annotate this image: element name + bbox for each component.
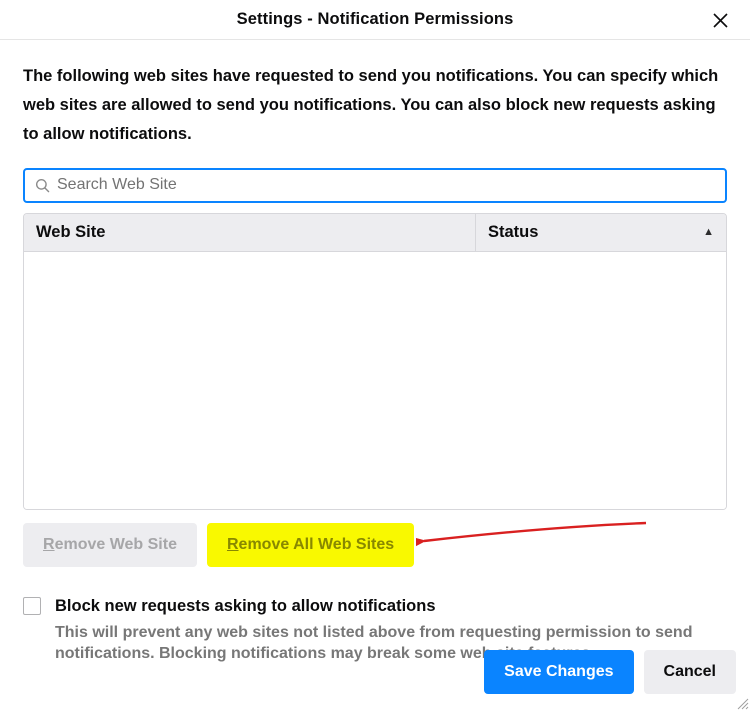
table-body xyxy=(24,252,726,509)
search-icon xyxy=(33,176,51,194)
column-header-status-label: Status xyxy=(488,223,538,242)
block-requests-checkbox[interactable] xyxy=(23,597,41,615)
dialog-title: Settings - Notification Permissions xyxy=(237,10,514,29)
sort-ascending-icon: ▲ xyxy=(703,226,714,238)
cancel-button[interactable]: Cancel xyxy=(644,650,736,694)
resize-grip-icon xyxy=(735,696,749,710)
table-header: Web Site Status ▲ xyxy=(24,214,726,252)
remove-buttons-row: Remove Web Site Remove All Web Sites xyxy=(23,523,727,567)
block-requests-label[interactable]: Block new requests asking to allow notif… xyxy=(55,597,436,616)
search-field-wrap[interactable] xyxy=(23,168,727,203)
dialog-header: Settings - Notification Permissions xyxy=(0,0,750,40)
close-icon xyxy=(713,13,728,28)
column-header-website[interactable]: Web Site xyxy=(24,214,476,251)
dialog-footer: Save Changes Cancel xyxy=(484,650,736,694)
close-button[interactable] xyxy=(708,8,732,32)
intro-text: The following web sites have requested t… xyxy=(23,62,727,150)
sites-table: Web Site Status ▲ xyxy=(23,213,727,510)
block-requests-row: Block new requests asking to allow notif… xyxy=(23,597,727,616)
dialog-content: The following web sites have requested t… xyxy=(0,40,750,665)
search-input[interactable] xyxy=(57,176,717,194)
remove-all-websites-button[interactable]: Remove All Web Sites xyxy=(207,523,414,567)
remove-website-button: Remove Web Site xyxy=(23,523,197,567)
column-header-status[interactable]: Status ▲ xyxy=(476,214,726,251)
save-changes-button[interactable]: Save Changes xyxy=(484,650,633,694)
